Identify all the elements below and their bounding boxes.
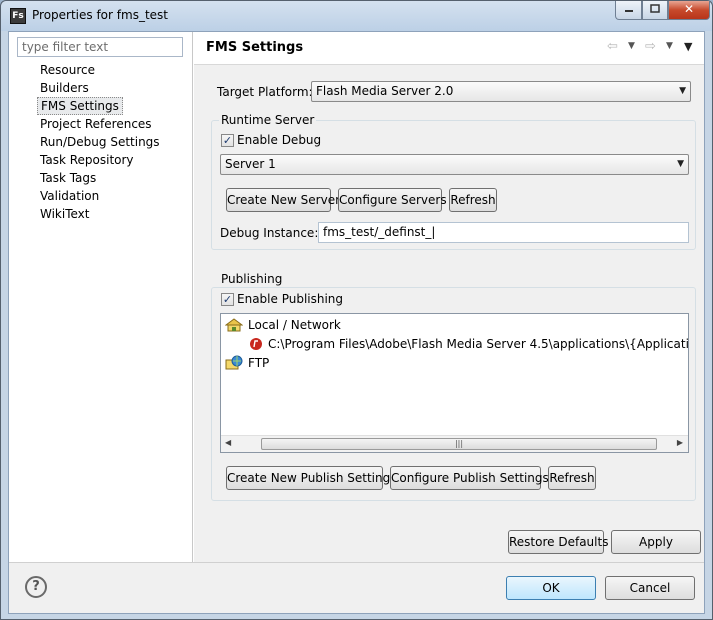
target-platform-select[interactable]: Flash Media Server 2.0 ▼ (311, 81, 691, 102)
page-title: FMS Settings (206, 40, 304, 55)
cancel-button[interactable]: Cancel (605, 576, 695, 600)
category-pane: Resource Builders FMS Settings Project R… (9, 32, 193, 562)
minimize-icon (624, 10, 633, 12)
chevron-down-icon: ▼ (679, 86, 686, 96)
restore-defaults-button[interactable]: Restore Defaults (508, 530, 608, 554)
page-header: FMS Settings ⇦ ▼ ⇨ ▼ ▼ (194, 32, 704, 65)
flash-server-icon (249, 337, 263, 352)
create-new-server-button[interactable]: Create New Server (226, 188, 340, 212)
target-platform-label: Target Platform: (217, 85, 313, 99)
maximize-button[interactable] (642, 1, 668, 20)
refresh-servers-button[interactable]: Refresh (449, 188, 497, 212)
maximize-icon (650, 4, 660, 13)
title-bar[interactable]: Fs Properties for fms_test ✕ (1, 1, 712, 31)
settings-pane: FMS Settings ⇦ ▼ ⇨ ▼ ▼ Target Platform: … (194, 32, 704, 562)
configure-publish-settings-button[interactable]: Configure Publish Settings (390, 466, 549, 490)
scroll-right-icon[interactable]: ▶ (677, 438, 683, 447)
nav-item-fms-settings[interactable]: FMS Settings (37, 97, 123, 115)
view-menu-icon[interactable]: ▼ (684, 40, 692, 53)
apply-button[interactable]: Apply (611, 530, 701, 554)
runtime-server-title: Runtime Server (219, 113, 317, 127)
properties-window: Fs Properties for fms_test ✕ Resource Bu… (0, 0, 713, 620)
category-list: Resource Builders FMS Settings Project R… (37, 61, 163, 223)
create-new-publish-settings-button[interactable]: Create New Publish Settings (226, 466, 396, 490)
tree-item-ftp[interactable]: FTP (225, 354, 269, 372)
debug-instance-label: Debug Instance: (220, 226, 319, 240)
publishing-title: Publishing (219, 272, 285, 286)
window-title: Properties for fms_test (32, 8, 168, 22)
tree-item-publish-path[interactable]: C:\Program Files\Adobe\Flash Media Serve… (249, 335, 689, 353)
local-network-icon (224, 317, 244, 332)
tree-label-publish-path: C:\Program Files\Adobe\Flash Media Serve… (268, 337, 689, 351)
refresh-publish-button[interactable]: Refresh (548, 466, 596, 490)
enable-publishing-label[interactable]: Enable Publishing (237, 292, 343, 306)
debug-instance-value: fms_test/_definst_ (323, 225, 432, 239)
tree-label-ftp: FTP (248, 356, 270, 370)
publish-targets-tree[interactable]: Local / Network C:\Program Files\Adobe\F… (220, 313, 689, 453)
nav-item-project-references[interactable]: Project References (37, 115, 163, 133)
nav-item-task-repository[interactable]: Task Repository (37, 151, 163, 169)
horizontal-scrollbar[interactable]: ◀ ||| ▶ (221, 435, 688, 452)
nav-item-run-debug-settings[interactable]: Run/Debug Settings (37, 133, 163, 151)
server-select[interactable]: Server 1 ▼ (220, 154, 689, 175)
nav-item-wikitext[interactable]: WikiText (37, 205, 163, 223)
server-value: Server 1 (225, 157, 276, 171)
dialog-button-bar: ? OK Cancel (9, 562, 704, 613)
chevron-down-icon: ▼ (677, 159, 684, 169)
ftp-globe-icon (225, 355, 243, 370)
app-icon: Fs (10, 8, 26, 24)
back-arrow-icon[interactable]: ⇦ (607, 39, 618, 54)
tree-label-local-network: Local / Network (248, 318, 341, 332)
debug-instance-field[interactable]: fms_test/_definst_| (318, 222, 689, 243)
minimize-button[interactable] (615, 1, 642, 20)
close-icon: ✕ (683, 2, 695, 16)
enable-debug-label[interactable]: Enable Debug (237, 133, 321, 147)
enable-debug-checkbox[interactable]: ✓ (221, 134, 234, 147)
scroll-left-icon[interactable]: ◀ (225, 438, 231, 447)
target-platform-value: Flash Media Server 2.0 (316, 84, 454, 98)
nav-item-builders[interactable]: Builders (37, 79, 163, 97)
help-icon[interactable]: ? (25, 576, 47, 598)
back-dropdown-icon[interactable]: ▼ (628, 41, 635, 51)
nav-item-resource[interactable]: Resource (37, 61, 163, 79)
scroll-thumb[interactable]: ||| (261, 438, 657, 450)
filter-input[interactable] (17, 37, 183, 57)
tree-item-local-network[interactable]: Local / Network (224, 316, 341, 334)
nav-item-task-tags[interactable]: Task Tags (37, 169, 163, 187)
configure-servers-button[interactable]: Configure Servers (338, 188, 447, 212)
dialog-body: Resource Builders FMS Settings Project R… (8, 31, 705, 614)
text-cursor: | (431, 225, 436, 239)
nav-item-validation[interactable]: Validation (37, 187, 163, 205)
enable-publishing-checkbox[interactable]: ✓ (221, 293, 234, 306)
ok-button[interactable]: OK (506, 576, 596, 600)
forward-dropdown-icon[interactable]: ▼ (666, 41, 673, 51)
forward-arrow-icon[interactable]: ⇨ (645, 39, 656, 54)
close-button[interactable]: ✕ (668, 1, 710, 20)
